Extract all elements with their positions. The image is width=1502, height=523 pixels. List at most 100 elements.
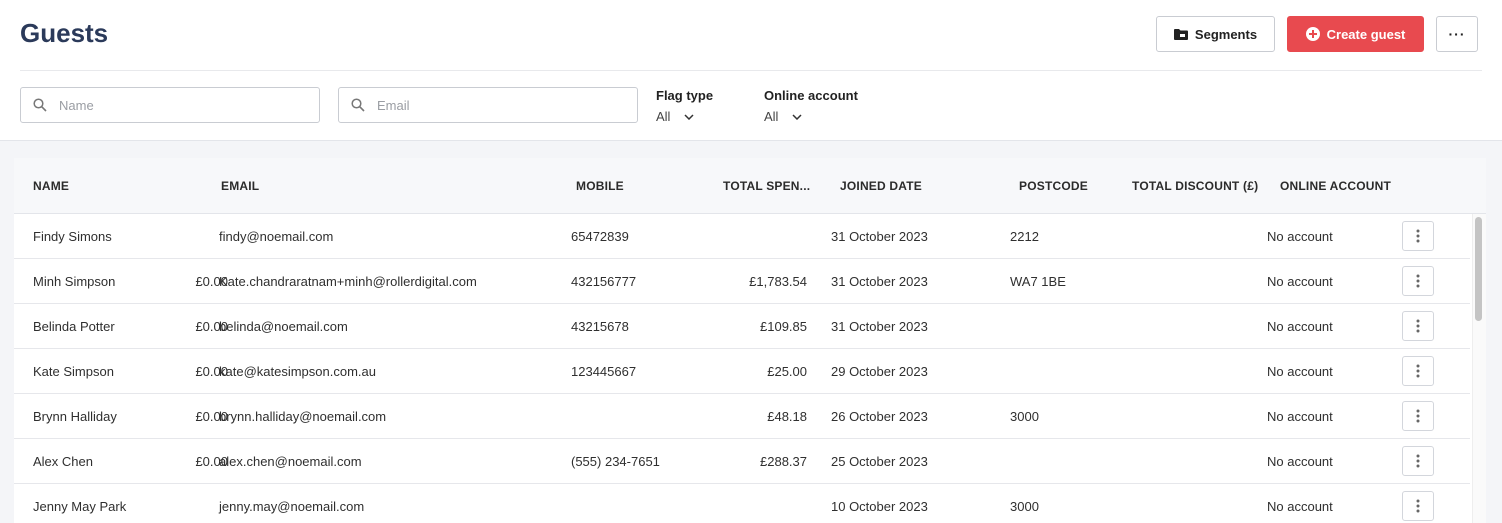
chevron-down-icon [792, 113, 802, 120]
kebab-icon [1416, 499, 1420, 513]
table-row[interactable]: Kate Simpson kate@katesimpson.com.au 12344… [14, 349, 1470, 394]
cell-total-spent: £48.18 [767, 409, 807, 424]
cell-postcode: 2212 [1010, 229, 1039, 244]
table-row[interactable]: Findy Simons findy@noemail.com 65472839 31 … [14, 214, 1470, 259]
search-icon [33, 98, 47, 112]
cell-online-account: No account [1267, 229, 1333, 244]
table-row[interactable]: Jenny May Park jenny.may@noemail.com 10 Oc… [14, 484, 1470, 523]
page-header: Guests Segments Create guest ··· Flag ty… [0, 0, 1502, 141]
flag-type-label: Flag type [656, 88, 714, 103]
cell-mobile: 123445667 [571, 364, 637, 379]
column-header-postcode[interactable]: POSTCODE [1019, 179, 1088, 193]
kebab-icon [1416, 274, 1420, 288]
guests-table: NAME EMAIL MOBILE TOTAL SPEN... JOINED D… [14, 158, 1486, 523]
cell-email[interactable]: belinda@noemail.com [219, 319, 348, 334]
cell-email[interactable]: alex.chen@noemail.com [219, 454, 362, 469]
email-search-field[interactable] [338, 87, 638, 123]
more-options-button[interactable]: ··· [1436, 16, 1478, 52]
online-account-dropdown[interactable]: All [764, 109, 858, 124]
cell-online-account: No account [1267, 409, 1333, 424]
row-actions-button[interactable] [1402, 446, 1434, 476]
cell-name: Alex Chen [33, 454, 93, 469]
column-header-joined-date[interactable]: JOINED DATE [840, 179, 922, 193]
column-header-total-discount[interactable]: TOTAL DISCOUNT (£) [1132, 179, 1258, 193]
cell-total-spent: £25.00 [767, 364, 807, 379]
cell-online-account: No account [1267, 454, 1333, 469]
column-header-email[interactable]: EMAIL [221, 179, 259, 193]
row-actions-button[interactable] [1402, 221, 1434, 251]
column-header-mobile[interactable]: MOBILE [576, 179, 624, 193]
cell-total-discount: £0.00 [195, 319, 228, 334]
cell-name: Jenny May Park [33, 499, 127, 514]
plus-circle-icon [1305, 27, 1320, 41]
row-actions-button[interactable] [1402, 311, 1434, 341]
flag-type-filter: Flag type All [656, 88, 713, 124]
kebab-icon [1416, 364, 1420, 378]
online-account-filter: Online account All [764, 88, 858, 124]
online-account-value: All [764, 109, 779, 124]
create-guest-button-label: Create guest [1326, 26, 1406, 42]
cell-email[interactable]: Kate.chandraratnam+minh@rollerdigital.co… [219, 274, 477, 289]
name-search-field[interactable] [20, 87, 320, 123]
table-header: NAME EMAIL MOBILE TOTAL SPEN... JOINED D… [14, 158, 1486, 214]
chevron-down-icon [684, 113, 694, 120]
table-row[interactable]: Alex Chen alex.chen@noemail.com (555) 234-… [14, 439, 1470, 484]
row-actions-button[interactable] [1402, 266, 1434, 296]
flag-type-value: All [656, 109, 671, 124]
search-icon [351, 98, 365, 112]
cell-total-discount: £0.00 [195, 274, 228, 289]
page-title: Guests [20, 18, 109, 48]
online-account-label: Online account [764, 88, 858, 103]
cell-email[interactable]: kate@katesimpson.com.au [219, 364, 376, 379]
folder-icon [1173, 28, 1188, 40]
cell-mobile: 43215678 [571, 319, 629, 334]
email-search-input[interactable] [375, 96, 619, 114]
cell-mobile: (555) 234-7651 [571, 454, 660, 469]
row-actions-button[interactable] [1402, 491, 1434, 521]
cell-mobile: 432156777 [571, 274, 637, 289]
cell-postcode: 3000 [1010, 499, 1039, 514]
cell-name: Belinda Potter [33, 319, 115, 334]
cell-joined-date: 31 October 2023 [831, 274, 928, 289]
segments-button-label: Segments [1194, 26, 1258, 42]
cell-online-account: No account [1267, 274, 1333, 289]
cell-name: Findy Simons [33, 229, 112, 244]
cell-joined-date: 29 October 2023 [831, 364, 928, 379]
cell-postcode: 3000 [1010, 409, 1039, 424]
cell-name: Minh Simpson [33, 274, 116, 289]
kebab-icon [1416, 409, 1420, 423]
segments-button[interactable]: Segments [1156, 16, 1275, 52]
cell-joined-date: 31 October 2023 [831, 319, 928, 334]
cell-email[interactable]: brynn.halliday@noemail.com [219, 409, 386, 424]
column-header-online-account[interactable]: ONLINE ACCOUNT [1280, 179, 1391, 193]
cell-online-account: No account [1267, 364, 1333, 379]
cell-email[interactable]: jenny.may@noemail.com [219, 499, 364, 514]
name-search-input[interactable] [57, 96, 301, 114]
cell-email[interactable]: findy@noemail.com [219, 229, 333, 244]
flag-type-dropdown[interactable]: All [656, 109, 713, 124]
cell-total-discount: £0.00 [195, 409, 228, 424]
cell-total-discount: £0.00 [195, 364, 228, 379]
cell-name: Kate Simpson [33, 364, 114, 379]
cell-online-account: No account [1267, 319, 1333, 334]
kebab-icon [1416, 319, 1420, 333]
cell-online-account: No account [1267, 499, 1333, 514]
table-row[interactable]: Belinda Potter belinda@noemail.com 4321567… [14, 304, 1470, 349]
table-row[interactable]: Minh Simpson Kate.chandraratnam+minh@roll… [14, 259, 1470, 304]
column-header-total-spent[interactable]: TOTAL SPEN... [723, 179, 810, 193]
cell-total-spent: £1,783.54 [749, 274, 807, 289]
scrollbar-thumb[interactable] [1475, 217, 1482, 321]
kebab-icon [1416, 229, 1420, 243]
row-actions-button[interactable] [1402, 401, 1434, 431]
cell-joined-date: 25 October 2023 [831, 454, 928, 469]
cell-total-spent: £109.85 [760, 319, 807, 334]
cell-total-spent: £288.37 [760, 454, 807, 469]
cell-total-discount: £0.00 [195, 454, 228, 469]
cell-joined-date: 26 October 2023 [831, 409, 928, 424]
column-header-name[interactable]: NAME [33, 179, 69, 193]
table-row[interactable]: Brynn Halliday brynn.halliday@noemail.com… [14, 394, 1470, 439]
table-body: Findy Simons findy@noemail.com 65472839 31 … [14, 214, 1470, 523]
header-divider [20, 70, 1482, 71]
create-guest-button[interactable]: Create guest [1287, 16, 1424, 52]
row-actions-button[interactable] [1402, 356, 1434, 386]
